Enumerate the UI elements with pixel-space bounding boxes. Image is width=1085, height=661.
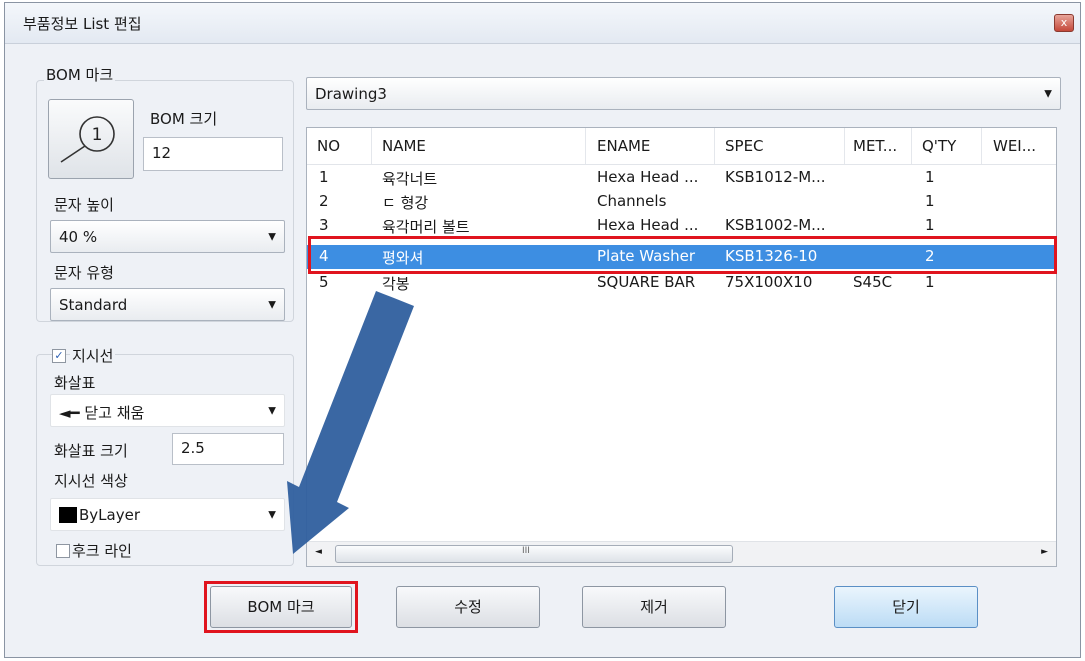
drawing-select[interactable]: Drawing3 ▼ bbox=[306, 77, 1061, 110]
col-header-qty[interactable]: Q'TY bbox=[922, 137, 956, 155]
remove-button[interactable]: 제거 bbox=[582, 586, 726, 628]
chevron-down-icon: ▼ bbox=[268, 299, 276, 310]
text-style-select[interactable]: Standard ▼ bbox=[50, 288, 285, 321]
horizontal-scrollbar[interactable]: ◄ III ► bbox=[307, 541, 1056, 566]
cell-ename: Hexa Head ... bbox=[597, 216, 699, 234]
cell-spec: KSB1012-M... bbox=[725, 168, 826, 186]
text-style-label: 문자 유형 bbox=[54, 264, 114, 282]
color-swatch bbox=[59, 507, 77, 523]
bom-size-input[interactable]: 12 bbox=[143, 137, 283, 171]
column-separator[interactable] bbox=[911, 128, 912, 164]
bom-mark-group-label: BOM 마크 bbox=[44, 64, 116, 85]
chevron-down-icon: ▼ bbox=[268, 509, 276, 520]
cell-spec: KSB1002-M... bbox=[725, 216, 826, 234]
drawing-value: Drawing3 bbox=[315, 85, 387, 103]
table-row[interactable]: 1 육각너트 Hexa Head ... KSB1012-M... 1 bbox=[307, 166, 1056, 190]
cell-no: 3 bbox=[319, 216, 329, 234]
scroll-left-icon[interactable]: ◄ bbox=[315, 547, 322, 557]
table-row[interactable]: 5 각봉 SQUARE BAR 75X100X10 S45C 1 bbox=[307, 271, 1056, 295]
scroll-grip: III bbox=[522, 546, 530, 556]
arrow-left-icon: ◄━ bbox=[59, 404, 85, 422]
leader-color-label: 지시선 색상 bbox=[54, 472, 128, 490]
arrow-label: 화살표 bbox=[54, 374, 96, 392]
column-separator[interactable] bbox=[714, 128, 715, 164]
cell-name: 육각너트 bbox=[382, 170, 438, 188]
table-row[interactable]: 3 육각머리 볼트 Hexa Head ... KSB1002-M... 1 bbox=[307, 214, 1056, 238]
text-style-value: Standard bbox=[59, 296, 128, 314]
parts-list[interactable]: NO NAME ENAME SPEC MET... Q'TY WEI... 1 … bbox=[306, 127, 1057, 567]
leader-color-value: ByLayer bbox=[79, 506, 140, 524]
chevron-down-icon: ▼ bbox=[268, 231, 276, 242]
col-header-name[interactable]: NAME bbox=[382, 137, 426, 155]
table-row[interactable]: 2 ㄷ 형강 Channels 1 bbox=[307, 190, 1056, 214]
arrow-select[interactable]: ◄━ 닫고 채움 ▼ bbox=[50, 394, 285, 427]
hook-line-label: 후크 라인 bbox=[72, 542, 132, 560]
cell-ename: Channels bbox=[597, 192, 667, 210]
window-title: 부품정보 List 편집 bbox=[23, 15, 142, 33]
column-separator[interactable] bbox=[585, 128, 586, 164]
list-header: NO NAME ENAME SPEC MET... Q'TY WEI... bbox=[307, 128, 1056, 165]
text-height-select[interactable]: 40 % ▼ bbox=[50, 220, 285, 253]
cell-qty: 1 bbox=[925, 273, 935, 291]
cell-qty: 1 bbox=[925, 216, 935, 234]
cell-spec: 75X100X10 bbox=[725, 273, 813, 291]
cell-no: 2 bbox=[319, 192, 329, 210]
col-header-metal[interactable]: MET... bbox=[853, 137, 897, 155]
cell-metal: S45C bbox=[853, 273, 893, 291]
close-button[interactable]: 닫기 bbox=[834, 586, 978, 628]
title-bar: 부품정보 List 편집 x bbox=[5, 3, 1080, 44]
column-separator[interactable] bbox=[844, 128, 845, 164]
cell-ename: Hexa Head ... bbox=[597, 168, 699, 186]
cell-ename: SQUARE BAR bbox=[597, 273, 696, 291]
leader-checkbox-label: 지시선 bbox=[70, 345, 116, 366]
col-header-weight[interactable]: WEI... bbox=[993, 137, 1036, 155]
cell-qty: 1 bbox=[925, 168, 935, 186]
bom-balloon-icon: 1 bbox=[60, 116, 115, 163]
close-icon[interactable]: x bbox=[1054, 14, 1074, 32]
scrollbar-thumb[interactable]: III bbox=[335, 545, 733, 563]
scroll-right-icon[interactable]: ► bbox=[1041, 547, 1048, 557]
selected-row-highlight bbox=[308, 236, 1057, 274]
arrow-size-label: 화살표 크기 bbox=[54, 442, 128, 460]
column-separator[interactable] bbox=[981, 128, 982, 164]
svg-text:1: 1 bbox=[92, 125, 103, 145]
cell-qty: 1 bbox=[925, 192, 935, 210]
arrow-value: 닫고 채움 bbox=[84, 404, 145, 422]
text-height-value: 40 % bbox=[59, 228, 98, 246]
col-header-no[interactable]: NO bbox=[317, 137, 340, 155]
col-header-spec[interactable]: SPEC bbox=[725, 137, 764, 155]
column-separator[interactable] bbox=[371, 128, 372, 164]
bom-size-label: BOM 크기 bbox=[150, 110, 218, 128]
bom-mark-button-highlight bbox=[204, 581, 358, 633]
cell-no: 5 bbox=[319, 273, 329, 291]
arrow-size-input[interactable]: 2.5 bbox=[172, 433, 284, 465]
leader-color-select[interactable]: ByLayer ▼ bbox=[50, 498, 285, 531]
chevron-down-icon: ▼ bbox=[1044, 88, 1052, 99]
col-header-ename[interactable]: ENAME bbox=[597, 137, 650, 155]
leader-checkbox[interactable]: ✓ bbox=[52, 349, 66, 363]
cell-name: ㄷ 형강 bbox=[382, 194, 429, 212]
bom-balloon-button[interactable]: 1 bbox=[48, 99, 134, 179]
cell-name: 각봉 bbox=[382, 275, 410, 293]
chevron-down-icon: ▼ bbox=[268, 405, 276, 416]
cell-name: 육각머리 볼트 bbox=[382, 218, 470, 236]
hook-line-checkbox[interactable] bbox=[56, 544, 70, 558]
cell-no: 1 bbox=[319, 168, 329, 186]
text-height-label: 문자 높이 bbox=[54, 196, 114, 214]
edit-button[interactable]: 수정 bbox=[396, 586, 540, 628]
